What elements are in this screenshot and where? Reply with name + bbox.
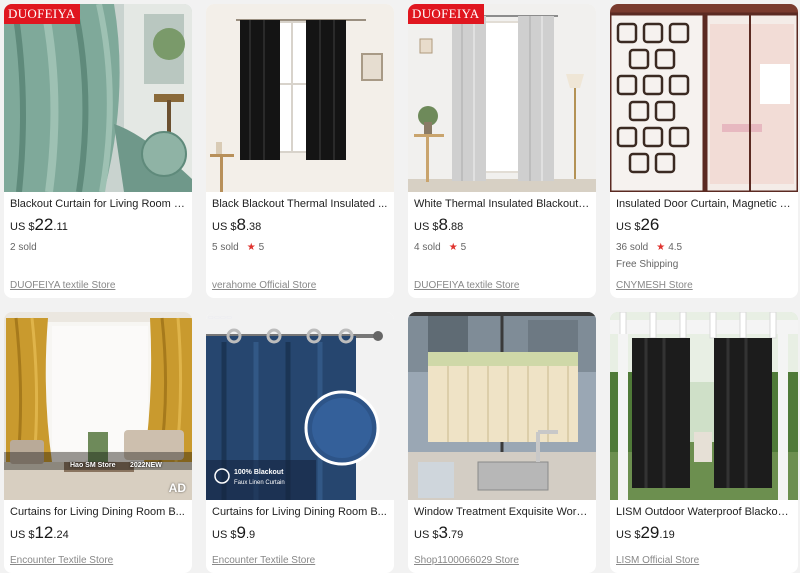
product-feature-label: 100% Blackout Faux Linen Curtain — [234, 469, 285, 486]
sold-count: 2 sold — [10, 241, 37, 253]
product-image[interactable] — [610, 312, 798, 500]
product-title[interactable]: Curtains for Living Dining Room B... — [4, 505, 192, 519]
product-price: US $8.88 — [414, 215, 464, 234]
product-title[interactable]: Black Blackout Thermal Insulated ... — [206, 197, 394, 211]
product-card[interactable]: DUOFEIYA White Thermal Insulated Blackou… — [408, 4, 596, 298]
product-card[interactable]: ▭▭▭▭ 100% Blackout Faux Linen Curtain Cu… — [206, 312, 394, 573]
kitchen-cafe-curtain-image — [408, 312, 596, 500]
product-title[interactable]: Window Treatment Exquisite Work... — [408, 505, 596, 519]
product-meta: 36 sold ★ 4.5 — [610, 240, 798, 254]
star-icon: ★ — [448, 241, 458, 253]
overlay-store-name: Hao SM Store — [70, 462, 116, 469]
outdoor-pergola-curtain-image — [610, 312, 798, 500]
product-price: US $29.19 — [616, 523, 675, 542]
sold-count: 4 sold — [414, 241, 441, 253]
sage-green-curtain-image — [4, 4, 192, 192]
product-title[interactable]: LISM Outdoor Waterproof Blackou... — [610, 505, 798, 519]
product-meta: 5 sold ★ 5 — [206, 240, 394, 254]
product-title[interactable]: White Thermal Insulated Blackout ... — [408, 197, 596, 211]
star-icon: ★ — [656, 241, 666, 253]
product-price: US $8.38 — [212, 215, 262, 234]
product-image[interactable] — [408, 312, 596, 500]
product-title[interactable]: Curtains for Living Dining Room B... — [206, 505, 394, 519]
product-image[interactable]: DUOFEIYA — [4, 4, 192, 192]
brand-badge: DUOFEIYA — [4, 4, 81, 24]
free-shipping-label: Free Shipping — [616, 259, 679, 270]
product-image[interactable] — [206, 4, 394, 192]
product-card[interactable]: LISM Outdoor Waterproof Blackou... US $2… — [610, 312, 798, 573]
product-meta: 2 sold — [4, 240, 192, 254]
brand-watermark-icon: ▭▭▭▭ — [208, 315, 233, 321]
white-curtain-room-image — [408, 4, 596, 192]
product-price: US $12.24 — [10, 523, 69, 542]
product-image[interactable]: Hao SM Store 2022NEW AD — [4, 312, 192, 500]
product-card[interactable]: DUOFEIYA Blackout Curtain for Living Roo… — [4, 4, 192, 298]
product-price: US $3.79 — [414, 523, 464, 542]
black-curtain-window-image — [206, 4, 394, 192]
product-grid: DUOFEIYA Blackout Curtain for Living Roo… — [0, 0, 800, 573]
sold-count: 36 sold — [616, 241, 649, 253]
store-link[interactable]: verahome Official Store — [212, 280, 316, 291]
store-link[interactable]: DUOFEIYA textile Store — [10, 280, 115, 291]
product-title[interactable]: Insulated Door Curtain, Magnetic T... — [610, 197, 798, 211]
rating-value: 4.5 — [668, 241, 683, 253]
store-link[interactable]: DUOFEIYA textile Store — [414, 280, 519, 291]
sold-count: 5 sold — [212, 241, 239, 253]
store-link[interactable]: Encounter Textile Store — [10, 555, 113, 566]
ad-badge: AD — [168, 481, 186, 495]
rating-value: 5 — [460, 241, 467, 253]
product-image[interactable]: ▭▭▭▭ 100% Blackout Faux Linen Curtain — [206, 312, 394, 500]
product-card[interactable]: Hao SM Store 2022NEW AD Curtains for Liv… — [4, 312, 192, 573]
brand-badge: DUOFEIYA — [408, 4, 485, 24]
product-title[interactable]: Blackout Curtain for Living Room B... — [4, 197, 192, 211]
overlay-year: 2022NEW — [130, 462, 162, 469]
product-meta: 4 sold ★ 5 — [408, 240, 596, 254]
product-price: US $9.9 — [212, 523, 256, 542]
store-link[interactable]: LISM Official Store — [616, 555, 699, 566]
product-card[interactable]: Black Blackout Thermal Insulated ... US … — [206, 4, 394, 298]
product-card[interactable]: Window Treatment Exquisite Work... US $3… — [408, 312, 596, 573]
product-image[interactable] — [610, 4, 798, 192]
store-link[interactable]: Shop1100066029 Store — [414, 555, 519, 566]
store-link[interactable]: CNYMESH Store — [616, 280, 693, 291]
product-price: US $26 — [616, 215, 660, 234]
rating-value: 5 — [258, 241, 265, 253]
product-price: US $22.11 — [10, 215, 68, 234]
gold-curtain-living-room-image — [4, 312, 192, 500]
product-card[interactable]: Insulated Door Curtain, Magnetic T... US… — [610, 4, 798, 298]
store-link[interactable]: Encounter Textile Store — [212, 555, 315, 566]
magnetic-door-curtain-image — [610, 4, 798, 192]
star-icon: ★ — [246, 241, 256, 253]
product-image[interactable]: DUOFEIYA — [408, 4, 596, 192]
